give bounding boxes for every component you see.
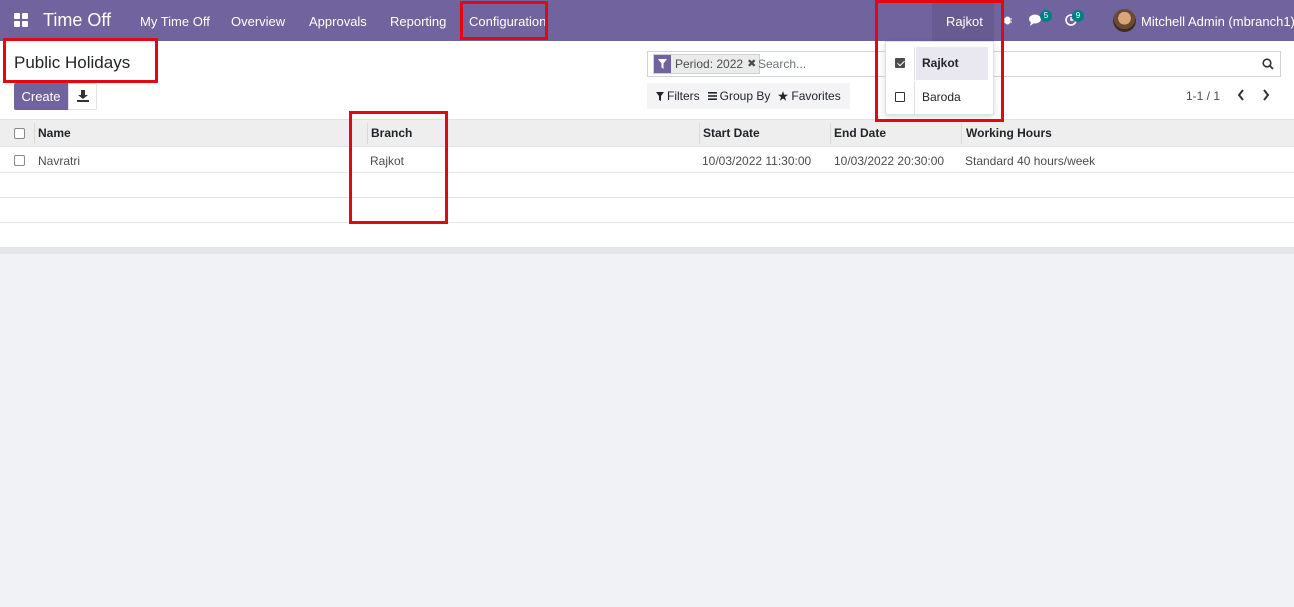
branch-dropdown: Rajkot Baroda <box>885 41 994 115</box>
messages-badge: 5 <box>1040 10 1052 22</box>
filter-facet-icon <box>654 55 671 73</box>
search-options: Filters Group By Favorites <box>647 83 850 109</box>
filters-button[interactable]: Filters <box>656 89 700 103</box>
download-button[interactable] <box>68 83 97 110</box>
menu-overview[interactable]: Overview <box>231 14 285 29</box>
menu-my-time-off[interactable]: My Time Off <box>140 14 210 29</box>
column-separator <box>367 123 368 144</box>
activities-badge: 9 <box>1072 10 1084 22</box>
chevron-right-icon[interactable] <box>1261 88 1271 102</box>
group-by-icon <box>707 92 717 100</box>
bug-icon[interactable] <box>1003 14 1012 25</box>
page-title: Public Holidays <box>14 53 131 72</box>
branch-option-label[interactable]: Baroda <box>916 81 988 114</box>
table-header: Name Branch Start Date End Date Working … <box>0 120 1294 147</box>
search-icon[interactable] <box>1262 58 1274 70</box>
list-view: Name Branch Start Date End Date Working … <box>0 120 1294 247</box>
row-checkbox[interactable] <box>14 155 25 166</box>
dropdown-separator <box>914 47 915 80</box>
column-end-date[interactable]: End Date <box>834 126 886 140</box>
column-separator <box>34 123 35 144</box>
list-footer <box>0 247 1294 254</box>
app-grid-icon[interactable] <box>14 13 28 27</box>
create-button[interactable]: Create <box>14 83 68 110</box>
cell-branch: Rajkot <box>370 154 405 168</box>
download-icon <box>77 90 89 102</box>
filter-icon <box>656 91 664 101</box>
favorites-label: Favorites <box>791 89 841 103</box>
column-separator <box>830 123 831 144</box>
group-by-label: Group By <box>719 89 771 103</box>
column-separator <box>699 123 700 144</box>
cell-start-date: 10/03/2022 11:30:00 <box>702 154 812 168</box>
branch-option-rajkot[interactable]: Rajkot <box>886 47 993 80</box>
cell-working-hours: Standard 40 hours/week <box>965 154 1096 168</box>
branch-switcher[interactable]: Rajkot <box>932 0 994 41</box>
dropdown-separator <box>914 81 915 114</box>
branch-option-label[interactable]: Rajkot <box>916 47 988 80</box>
search-facet: Period: 2022 ✖ <box>653 54 761 74</box>
empty-row <box>0 173 1294 198</box>
avatar[interactable] <box>1113 9 1136 32</box>
control-panel: Public Holidays Create Period: 2022 ✖ Fi… <box>0 41 1294 120</box>
facet-label: Period: 2022 <box>671 55 748 73</box>
pager-value[interactable]: 1-1 / 1 <box>1186 89 1220 103</box>
column-separator <box>961 123 962 144</box>
cell-end-date: 10/03/2022 20:30:00 <box>834 154 945 168</box>
branch-checkbox[interactable] <box>895 92 905 102</box>
user-menu[interactable]: Mitchell Admin (mbranch1) <box>1141 14 1294 29</box>
favorites-button[interactable]: Favorites <box>778 89 841 103</box>
branch-option-baroda[interactable]: Baroda <box>886 81 993 114</box>
group-by-button[interactable]: Group By <box>707 89 771 103</box>
chevron-left-icon[interactable] <box>1236 88 1246 102</box>
column-branch[interactable]: Branch <box>371 126 412 140</box>
empty-row <box>0 198 1294 223</box>
menu-approvals[interactable]: Approvals <box>309 14 367 29</box>
branch-switcher-label: Rajkot <box>946 14 983 29</box>
column-start-date[interactable]: Start Date <box>703 126 760 140</box>
select-all-checkbox[interactable] <box>14 128 25 139</box>
cell-name: Navratri <box>38 154 81 168</box>
search-input[interactable] <box>758 55 1238 73</box>
filters-label: Filters <box>667 89 700 103</box>
table-row[interactable]: Navratri Rajkot 10/03/2022 11:30:00 10/0… <box>0 148 1294 173</box>
menu-configuration[interactable]: Configuration <box>469 14 546 29</box>
top-navbar: Time Off My Time Off Overview Approvals … <box>0 0 1294 41</box>
menu-reporting[interactable]: Reporting <box>390 14 446 29</box>
column-name[interactable]: Name <box>38 126 71 140</box>
star-icon <box>778 91 789 101</box>
column-working-hours[interactable]: Working Hours <box>966 126 1052 140</box>
app-name[interactable]: Time Off <box>43 10 111 31</box>
branch-checkbox[interactable] <box>895 58 905 68</box>
